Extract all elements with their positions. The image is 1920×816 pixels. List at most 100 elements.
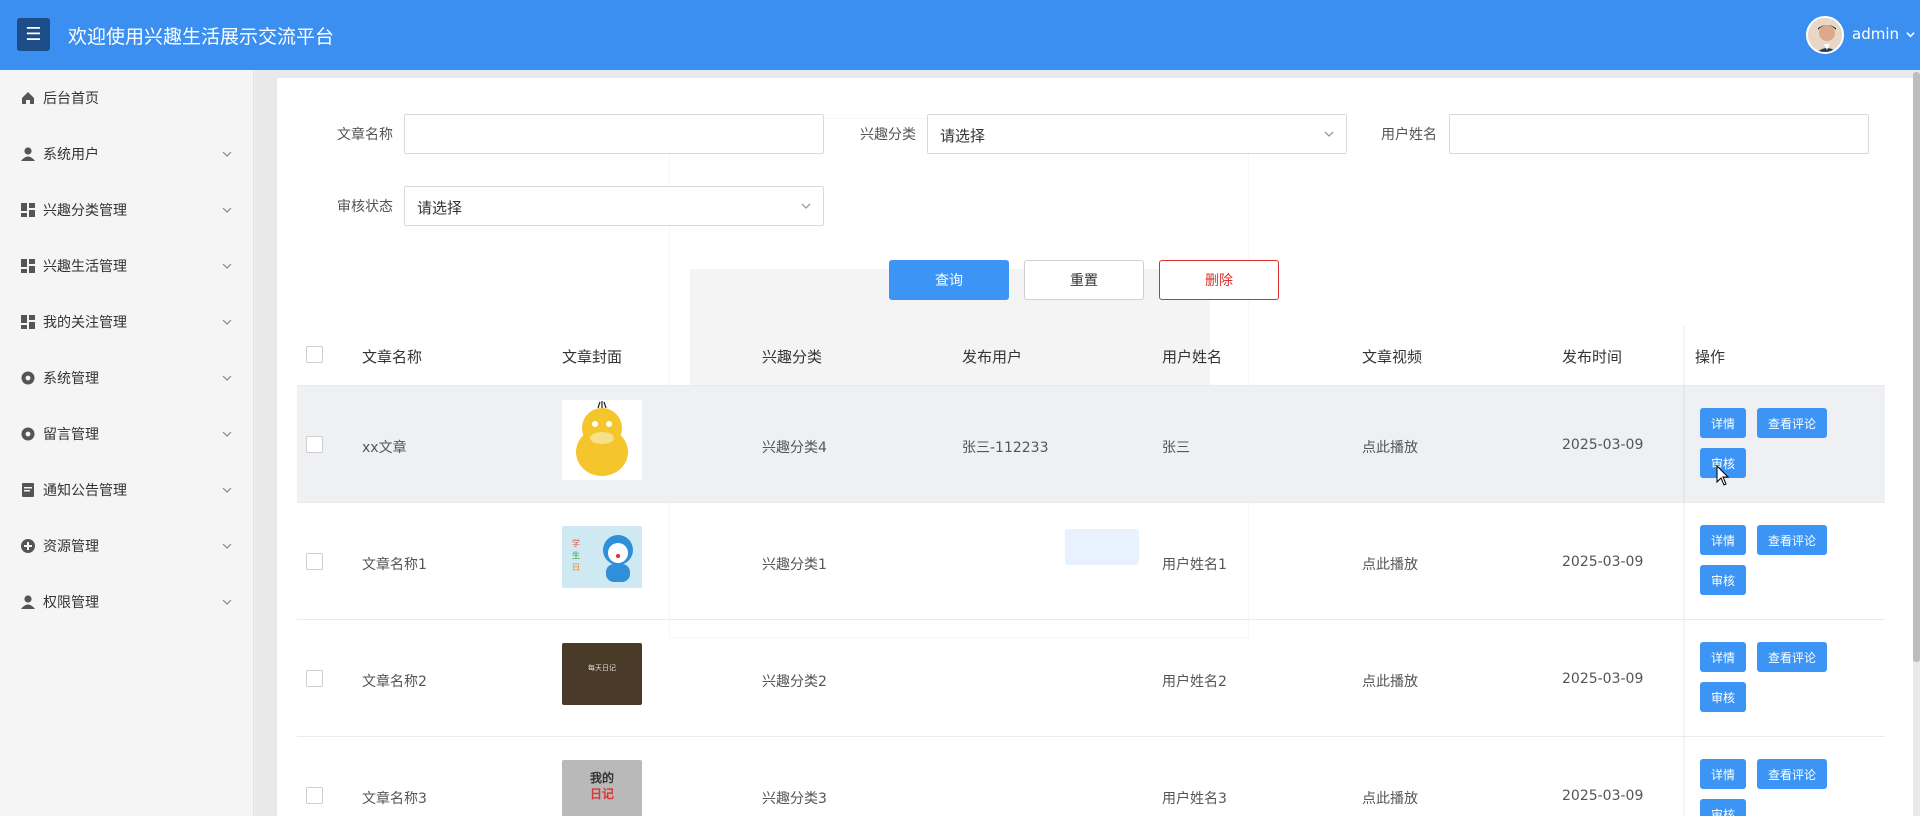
svg-text:生: 生 [572,550,580,560]
my-diary-cover[interactable]: 我的 日记 [562,760,642,816]
dark-diary-cover[interactable]: 每天日记 [562,643,642,705]
svg-text:我的: 我的 [590,770,614,785]
view-comments-button[interactable]: 查看评论 [1757,408,1827,438]
article-name-cell: 文章名称3 [362,791,427,807]
mouse-cursor-icon [1716,465,1730,486]
select-all-checkbox[interactable] [306,346,323,363]
delete-button[interactable]: 删除 [1159,260,1279,300]
dashboard-icon [20,258,36,274]
review-status-label: 审核状态 [337,199,393,215]
sidebar-item[interactable]: 系统管理 [0,350,254,406]
username-cell: 用户姓名2 [1162,674,1227,690]
chevron-down-icon [1324,131,1334,137]
user-menu[interactable]: admin [1852,25,1915,43]
detail-button[interactable]: 详情 [1700,759,1746,789]
category-cell: 兴趣分类3 [762,791,827,807]
column-header: 兴趣分类 [762,348,823,366]
svg-text:日: 日 [572,563,580,572]
table-row[interactable]: xx文章 兴趣分类4 张三-112233 张三 点此播放 2025-03-09 详情 查看评论… [297,386,1885,503]
detail-button[interactable]: 详情 [1700,525,1746,555]
sidebar-item[interactable]: 我的关注管理 [0,294,254,350]
sidebar-item[interactable]: 后台首页 [0,70,254,126]
category-select-value: 请选择 [940,127,986,145]
sidebar-item-label: 系统用户 [43,147,99,163]
sidebar-item[interactable]: 系统用户 [0,126,254,182]
article-name-label: 文章名称 [337,127,393,143]
view-comments-button[interactable]: 查看评论 [1757,525,1827,555]
column-header: 发布用户 [962,348,1023,366]
row-checkbox[interactable] [306,436,323,453]
article-name-cell: xx文章 [362,440,407,456]
scrollbar[interactable] [1913,72,1920,662]
sidebar-item[interactable]: 兴趣生活管理 [0,238,254,294]
review-button[interactable]: 审核 [1700,565,1746,595]
top-header: ☰ 欢迎使用兴趣生活展示交流平台 admin [0,0,1920,70]
sidebar-item[interactable]: 权限管理 [0,574,254,630]
publish-date-cell: 2025-03-09 [1562,671,1644,687]
gear-icon [20,426,36,442]
sidebar-item[interactable]: 通知公告管理 [0,462,254,518]
table-row[interactable]: 文章名称2 每天日记兴趣分类2 用户姓名2 点此播放 2025-03-09 详情 查看评论审… [297,620,1885,737]
search-button[interactable]: 查询 [889,260,1009,300]
menu-toggle-button[interactable]: ☰ [17,18,50,51]
category-select[interactable]: 请选择 [927,114,1347,154]
sidebar-item-label: 留言管理 [43,427,99,443]
article-name-cell: 文章名称1 [362,557,427,573]
cartoon-cat-cover[interactable]: 学生日 [562,526,642,588]
review-button[interactable]: 审核 [1700,682,1746,712]
plus-circle-icon [20,538,36,554]
sidebar-item-label: 兴趣生活管理 [43,259,127,275]
article-name-input[interactable] [404,114,824,154]
sidebar-item[interactable]: 留言管理 [0,406,254,462]
sidebar-item-label: 系统管理 [43,371,99,387]
chevron-down-icon [222,375,232,381]
home-icon [20,90,36,106]
username-input[interactable] [1449,114,1869,154]
chevron-down-icon [222,431,232,437]
sidebar-item-label: 通知公告管理 [43,483,127,499]
chevron-down-icon [222,319,232,325]
chevron-down-icon [222,599,232,605]
review-status-select[interactable]: 请选择 [404,186,824,226]
table-row[interactable]: 文章名称1 学生日兴趣分类1 用户姓名1 点此播放 2025-03-09 详情 查看评论 审核 [297,503,1885,620]
username-cell: 用户姓名1 [1162,557,1227,573]
view-comments-button[interactable]: 查看评论 [1757,759,1827,789]
main-panel: 文章名称 兴趣分类 请选择 用户姓名 审核状态 请选择 查询 重置 删除 文章名… [277,78,1913,816]
row-checkbox[interactable] [306,553,323,570]
column-header: 用户姓名 [1162,348,1223,366]
username-cell: 张三 [1162,440,1190,456]
chevron-down-icon [222,487,232,493]
sidebar-item[interactable]: 兴趣分类管理 [0,182,254,238]
article-name-cell: 文章名称2 [362,674,427,690]
yellow-duck-cover[interactable] [562,400,642,480]
detail-button[interactable]: 详情 [1700,408,1746,438]
dashboard-icon [20,202,36,218]
avatar[interactable] [1806,16,1844,54]
user-icon [20,146,36,162]
chevron-down-icon [222,207,232,213]
hamburger-icon: ☰ [25,24,42,45]
gear-icon [20,370,36,386]
user-name: admin [1852,25,1899,43]
video-link[interactable]: 点此播放 [1362,671,1418,691]
view-comments-button[interactable]: 查看评论 [1757,642,1827,672]
video-link[interactable]: 点此播放 [1362,554,1418,574]
category-cell: 兴趣分类2 [762,674,827,690]
reset-button[interactable]: 重置 [1024,260,1144,300]
svg-text:学: 学 [572,538,580,548]
sidebar-item[interactable]: 资源管理 [0,518,254,574]
row-checkbox[interactable] [306,787,323,804]
publisher-cell: 张三-112233 [962,440,1049,456]
user-icon [20,594,36,610]
row-checkbox[interactable] [306,670,323,687]
sidebar-item-label: 兴趣分类管理 [43,203,127,219]
column-header: 发布时间 [1562,348,1623,366]
chevron-down-icon [222,543,232,549]
video-link[interactable]: 点此播放 [1362,788,1418,808]
detail-button[interactable]: 详情 [1700,642,1746,672]
chevron-down-icon [1906,32,1915,38]
fixed-column-shadow [1683,326,1686,816]
video-link[interactable]: 点此播放 [1362,437,1418,457]
review-button[interactable]: 审核 [1700,799,1746,816]
table-row[interactable]: 文章名称3 我的 日记 兴趣分类3 用户姓名3 点此播放 2025-03-09 详情 查看评论审… [297,737,1885,816]
